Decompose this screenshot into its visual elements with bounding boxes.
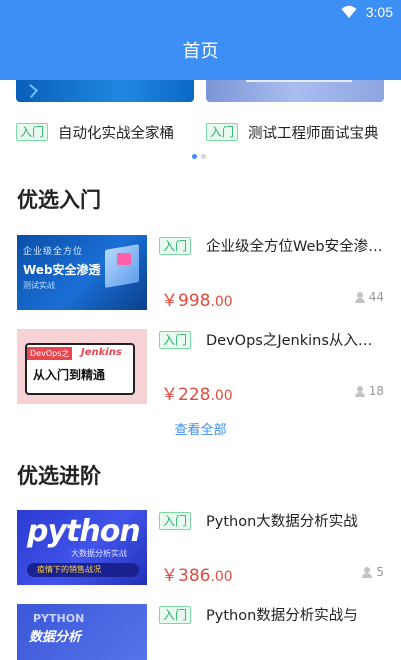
course-title: Python大数据分析实战 [206,514,358,530]
course-thumbnail: python 大数据分析实战 疫情下的销售战况 [17,510,147,585]
level-tag: 入门 [206,123,239,141]
course-price: ￥386.00 [161,561,233,586]
course-title: 企业级全方位Web安全渗透测试实战 [206,239,384,255]
course-thumbnail: DevOps之 Jenkins 从入门到精通 [17,329,147,404]
carousel-banner-1[interactable] [16,80,194,102]
level-tag: 入门 [159,606,192,624]
app-bar: 首页 [0,24,401,80]
screen-illustration [105,244,139,288]
price-cents: .00 [210,388,233,404]
wifi-icon [341,5,357,18]
course-title: DevOps之Jenkins从入门到精通 [206,333,384,349]
course-card-python-analysis[interactable]: PYTHON 数据分析 入门 Python数据分析实战与 [0,604,401,660]
course-card-jenkins[interactable]: DevOps之 Jenkins 从入门到精通 入门 DevOps之Jenkins… [0,329,401,405]
thumb-line2: Web安全渗透 [23,263,101,277]
carousel-indicator [192,154,206,159]
home-feed[interactable]: 入门 自动化实战全家桶 入门 测试工程师面试宝典 优选入门 企业级全方位 Web… [0,80,401,660]
course-card-python-bigdata[interactable]: python 大数据分析实战 疫情下的销售战况 入门 Python大数据分析实战… [0,510,401,586]
learner-number: 18 [368,384,384,398]
status-bar: 3:05 [0,0,401,24]
learner-number: 5 [376,565,384,579]
course-price: ￥228.00 [161,380,233,405]
learner-number: 44 [368,290,384,304]
thumb-line3: 测试实战 [23,281,55,290]
price-cents: .00 [210,569,233,585]
person-icon [354,291,365,303]
course-price: ￥998.00 [161,286,233,311]
person-icon [354,385,365,397]
carousel-dot-2[interactable] [201,154,206,159]
status-time: 3:05 [365,4,393,20]
carousel-course-2[interactable]: 入门 测试工程师面试宝典 [206,121,386,143]
price-main: ￥228 [161,385,211,405]
learner-count: 18 [354,384,384,398]
learner-count: 5 [362,565,384,579]
course-title: Python数据分析实战与 [206,608,358,624]
price-cents: .00 [210,294,233,310]
thumb-top-text: PYTHON [33,612,85,625]
course-card-web-security[interactable]: 企业级全方位 Web安全渗透 测试实战 入门 企业级全方位Web安全渗透测试实战… [0,235,401,311]
thumb-subtitle: 大数据分析实战 [71,549,127,558]
course-title: 自动化实战全家桶 [58,125,175,142]
course-thumbnail: 企业级全方位 Web安全渗透 测试实战 [17,235,147,310]
course-thumbnail: PYTHON 数据分析 [17,604,147,660]
carousel-banner-2[interactable] [206,80,384,102]
thumb-brand: Jenkins [81,347,122,358]
thumb-band: 疫情下的销售战况 [27,563,139,577]
thumb-headline: python [27,514,141,549]
price-main: ￥386 [161,566,211,586]
thumb-headline: 数据分析 [29,630,82,645]
page-title: 首页 [182,41,219,62]
view-all-link[interactable]: 查看全部 [0,419,401,438]
screen-accent [117,253,131,265]
thumb-headline: 从入门到精通 [33,368,106,382]
section-title-advanced: 优选进阶 [17,464,101,488]
level-tag: 入门 [159,512,192,530]
level-tag: 入门 [159,331,192,349]
carousel-dot-1[interactable] [192,154,197,159]
level-tag: 入门 [159,237,192,255]
thumb-pill: DevOps之 [27,347,73,360]
course-title: 测试工程师面试宝典 [248,125,379,142]
thumb-line1: 企业级全方位 [23,247,84,257]
carousel-course-1[interactable]: 入门 自动化实战全家桶 [16,121,196,143]
section-title-beginner: 优选入门 [17,188,101,212]
person-icon [362,566,373,578]
price-main: ￥998 [161,291,211,311]
learner-count: 44 [354,290,384,304]
level-tag: 入门 [16,123,49,141]
